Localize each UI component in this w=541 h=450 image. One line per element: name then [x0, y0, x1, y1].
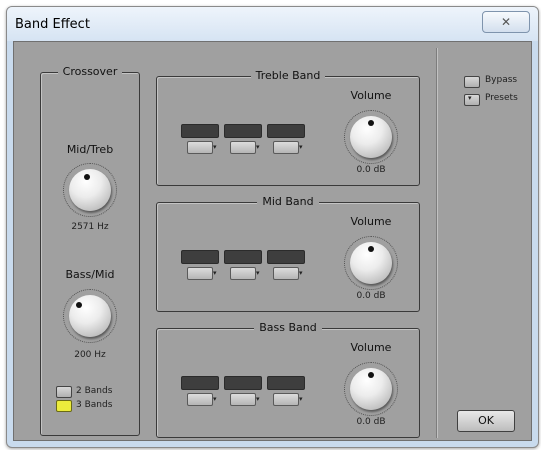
knob-icon — [69, 169, 111, 211]
band-effect-window: Band Effect ✕ Crossover Mid/Treb 2571 Hz… — [6, 6, 539, 448]
bass-slot-3[interactable] — [267, 376, 305, 390]
bass-band-title: Bass Band — [254, 321, 322, 334]
dropdown-arrow-icon: ▾ — [213, 395, 217, 403]
bass-volume-knob[interactable] — [344, 362, 398, 416]
bass-mid-value: 200 Hz — [74, 350, 106, 360]
three-bands-checkbox[interactable] — [56, 400, 72, 412]
treble-volume-value: 0.0 dB — [356, 165, 386, 175]
treble-dropdown-2[interactable] — [230, 141, 256, 154]
ok-button[interactable]: OK — [457, 410, 515, 432]
treble-slot-3[interactable] — [267, 124, 305, 138]
mid-slot-3[interactable] — [267, 250, 305, 264]
bass-slot-2[interactable] — [224, 376, 262, 390]
bypass-label: Bypass — [485, 75, 518, 85]
bass-dropdown-2[interactable] — [230, 393, 256, 406]
crossover-title: Crossover — [57, 65, 123, 78]
close-icon: ✕ — [500, 15, 512, 29]
dropdown-arrow-icon: ▾ — [256, 269, 260, 277]
bass-dropdown-1[interactable] — [187, 393, 213, 406]
mid-band-group: Mid Band ▾ ▾ ▾ Volume 0.0 dB — [156, 195, 420, 312]
bass-dropdown-3[interactable] — [273, 393, 299, 406]
mid-slot-1[interactable] — [181, 250, 219, 264]
bass-slot-1[interactable] — [181, 376, 219, 390]
window-title: Band Effect — [15, 17, 90, 32]
mid-volume-value: 0.0 dB — [356, 291, 386, 301]
treble-dropdown-3[interactable] — [273, 141, 299, 154]
mid-treb-knob[interactable] — [63, 163, 117, 217]
dropdown-arrow-icon: ▾ — [299, 395, 303, 403]
two-bands-label: 2 Bands — [76, 386, 113, 396]
bass-band-group: Bass Band ▾ ▾ ▾ Volume 0.0 dB — [156, 321, 420, 438]
close-button[interactable]: ✕ — [482, 11, 530, 33]
bass-volume-label: Volume — [350, 341, 392, 354]
two-bands-checkbox[interactable] — [56, 386, 72, 398]
right-panel-divider — [436, 48, 438, 438]
dropdown-arrow-icon: ▾ — [213, 143, 217, 151]
mid-band-title: Mid Band — [257, 195, 319, 208]
presets-dropdown-icon: ▾ — [468, 94, 472, 102]
treble-volume-label: Volume — [350, 89, 392, 102]
mid-slot-2[interactable] — [224, 250, 262, 264]
bass-mid-knob[interactable] — [63, 289, 117, 343]
treble-slot-1[interactable] — [181, 124, 219, 138]
dropdown-arrow-icon: ▾ — [256, 395, 260, 403]
bypass-checkbox[interactable] — [464, 76, 480, 88]
dropdown-arrow-icon: ▾ — [256, 143, 260, 151]
crossover-group: Crossover Mid/Treb 2571 Hz Bass/Mid 200 … — [40, 65, 140, 436]
treble-slot-2[interactable] — [224, 124, 262, 138]
dialog-client-area: Crossover Mid/Treb 2571 Hz Bass/Mid 200 … — [13, 41, 532, 441]
mid-volume-label: Volume — [350, 215, 392, 228]
three-bands-label: 3 Bands — [76, 400, 113, 410]
presets-label: Presets — [485, 93, 518, 103]
mid-dropdown-3[interactable] — [273, 267, 299, 280]
treble-band-title: Treble Band — [250, 69, 326, 82]
knob-icon — [69, 295, 111, 337]
mid-treb-value: 2571 Hz — [71, 222, 109, 232]
mid-dropdown-2[interactable] — [230, 267, 256, 280]
presets-button[interactable] — [464, 94, 480, 106]
bass-mid-label: Bass/Mid — [65, 268, 115, 281]
mid-dropdown-1[interactable] — [187, 267, 213, 280]
treble-volume-knob[interactable] — [344, 110, 398, 164]
treble-dropdown-1[interactable] — [187, 141, 213, 154]
mid-volume-knob[interactable] — [344, 236, 398, 290]
dropdown-arrow-icon: ▾ — [213, 269, 217, 277]
title-bar: Band Effect ✕ — [7, 7, 538, 41]
dropdown-arrow-icon: ▾ — [299, 269, 303, 277]
bass-volume-value: 0.0 dB — [356, 417, 386, 427]
dropdown-arrow-icon: ▾ — [299, 143, 303, 151]
mid-treb-label: Mid/Treb — [66, 143, 114, 156]
treble-band-group: Treble Band ▾ ▾ ▾ Volume 0.0 dB — [156, 69, 420, 186]
